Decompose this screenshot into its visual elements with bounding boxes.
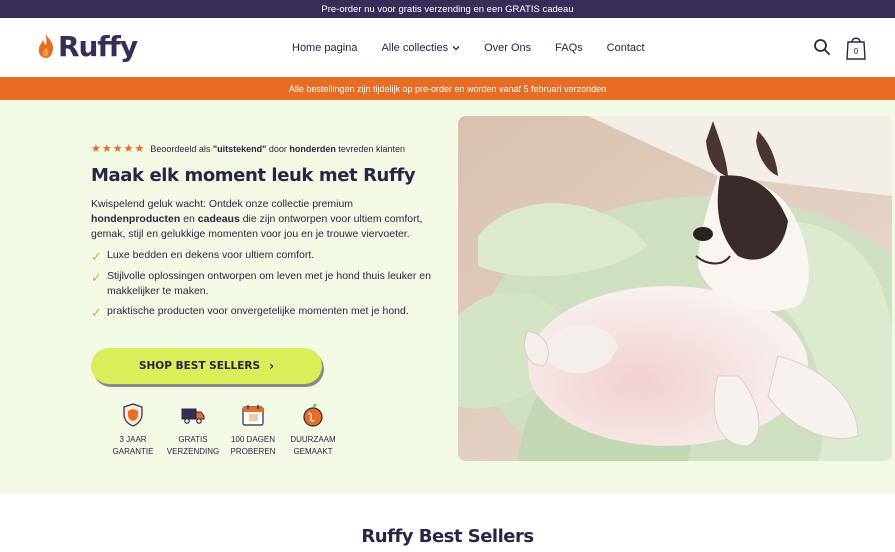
nav-faqs-label: FAQs	[555, 41, 583, 54]
benefit-item: ✓ Stijlvolle oplossingen ontworpen om lev…	[91, 269, 443, 299]
header-actions: 0	[799, 34, 867, 60]
hero-description: Kwispelend geluk wacht: Ontdek onze coll…	[91, 197, 443, 242]
benefit-item: ✓ Luxe bedden en dekens voor ultiem comfo…	[91, 248, 443, 264]
check-icon: ✓	[91, 249, 102, 264]
check-icon: ✓	[91, 305, 102, 320]
hero-title: Maak elk moment leuk met Ruffy	[91, 165, 416, 186]
calendar-icon	[242, 405, 264, 426]
hero-section: ★★★★★ Beoordeeld als "uitstekend" door h…	[0, 100, 895, 493]
usp-list: 3 JAAR GARANTIE GRATIS VERZENDING 100 DA…	[101, 402, 341, 458]
benefit-text: praktische producten voor onvergetelijke…	[107, 305, 409, 317]
desc-part-2: en	[180, 213, 198, 225]
desc-part-1: Kwispelend geluk wacht: Ontdek onze coll…	[91, 198, 354, 210]
announcement-bar: Alle bestellingen zijn tijdelijk op pre-…	[0, 77, 895, 100]
logo-text: Ruffy	[58, 29, 138, 63]
desc-bold-1: hondenproducten	[91, 213, 181, 225]
hero-content: ★★★★★ Beoordeeld als "uitstekend" door h…	[91, 142, 443, 325]
chevron-down-icon	[452, 45, 460, 50]
hero-dog-photo	[458, 116, 892, 461]
nav-collections-label: Alle collecties	[381, 41, 449, 54]
nav-collections[interactable]: Alle collecties	[381, 42, 460, 54]
search-icon[interactable]	[813, 38, 831, 56]
nav-contact-label: Contact	[606, 41, 645, 54]
nav-faqs[interactable]: FAQs	[555, 42, 583, 54]
rating-count: honderden	[289, 143, 336, 154]
shopping-bag-icon[interactable]: 0	[845, 34, 867, 60]
logo[interactable]: Ruffy	[36, 27, 138, 65]
usp-line-1: 3 JAAR	[119, 435, 147, 444]
shop-best-sellers-button[interactable]: SHOP BEST SELLERS ›	[91, 348, 322, 384]
shield-icon	[123, 403, 143, 427]
usp-line-1: DUURZAAM	[290, 435, 336, 444]
benefit-list: ✓ Luxe bedden en dekens voor ultiem comfo…	[91, 248, 443, 320]
usp-shipping: GRATIS VERZENDING	[161, 402, 225, 458]
dog-on-bed-image	[458, 116, 892, 461]
usp-trial: 100 DAGEN PROBEREN	[221, 402, 285, 458]
usp-sustainable: DUURZAAM GEMAAKT	[281, 402, 345, 458]
usp-line-2: GARANTIE	[112, 447, 154, 456]
main-nav: Home pagina Alle collecties Over Ons FAQ…	[292, 18, 669, 77]
nav-contact[interactable]: Contact	[607, 42, 645, 54]
nav-about-label: Over Ons	[484, 41, 532, 54]
announcement-text: Alle bestellingen zijn tijdelijk op pre-…	[288, 83, 607, 94]
usp-line-2: PROBEREN	[230, 447, 276, 456]
nav-about[interactable]: Over Ons	[484, 42, 531, 54]
star-rating-icon: ★★★★★	[91, 143, 146, 155]
cart-count: 0	[854, 47, 859, 56]
rating-suffix: tevreden klanten	[335, 143, 405, 154]
nav-home-label: Home pagina	[292, 41, 358, 54]
usp-warranty: 3 JAAR GARANTIE	[101, 402, 165, 458]
rating-text: Beoordeeld als "uitstekend" door honderd…	[150, 144, 405, 154]
promo-text: Pre-order nu voor gratis verzending en e…	[321, 3, 574, 15]
usp-line-2: VERZENDING	[166, 447, 220, 456]
nav-home[interactable]: Home pagina	[292, 42, 357, 54]
rating-middle: door	[266, 143, 290, 154]
rating-prefix: Beoordeeld als	[150, 143, 213, 154]
site-header: Ruffy Home pagina Alle collecties Over O…	[0, 18, 895, 77]
check-icon: ✓	[91, 270, 102, 285]
benefit-text: Luxe bedden en dekens voor ultiem comfor…	[107, 249, 315, 261]
truck-icon	[181, 408, 205, 424]
rating: ★★★★★ Beoordeeld als "uitstekend" door h…	[91, 142, 443, 155]
usp-line-2: GEMAAKT	[293, 447, 333, 456]
best-sellers-title: Ruffy Best Sellers	[361, 526, 534, 547]
usp-line-1: GRATIS	[178, 435, 208, 444]
rating-quality: "uitstekend"	[212, 143, 267, 154]
promo-topbar: Pre-order nu voor gratis verzending en e…	[0, 0, 895, 18]
benefit-text: Stijlvolle oplossingen ontworpen om leve…	[107, 270, 431, 297]
usp-line-1: 100 DAGEN	[230, 435, 276, 444]
desc-bold-2: cadeaus	[197, 213, 240, 225]
shop-button-label: SHOP BEST SELLERS	[138, 360, 261, 372]
flame-icon	[38, 34, 53, 58]
benefit-item: ✓ praktische producten voor onvergetelijk…	[91, 304, 443, 320]
chevron-right-icon: ›	[269, 359, 275, 373]
globe-icon	[303, 403, 323, 427]
